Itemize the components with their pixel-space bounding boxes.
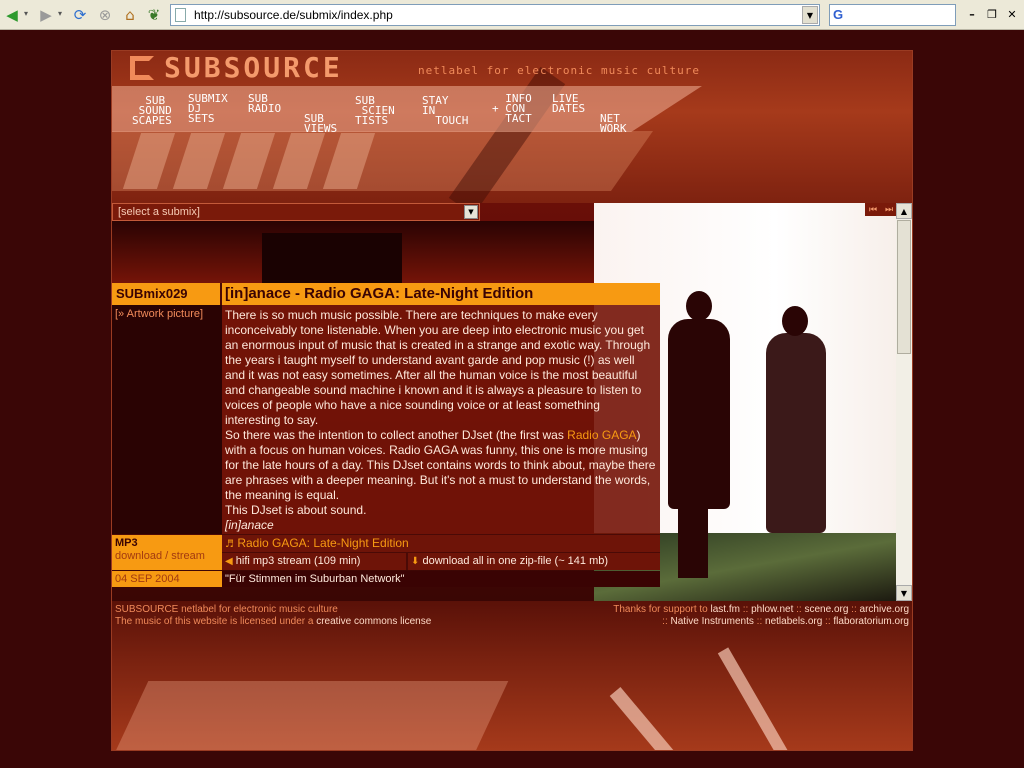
- license-link[interactable]: creative commons license: [316, 616, 431, 627]
- speaker-icon: ◀: [225, 556, 233, 567]
- release-date: 04 SEP 2004: [112, 571, 222, 587]
- url-bar[interactable]: http://subsource.de/submix/index.php ▼: [170, 4, 820, 26]
- site-tagline: netlabel for electronic music culture: [418, 64, 701, 77]
- signature: [in]anace: [225, 518, 274, 532]
- page-icon: [175, 8, 186, 22]
- person-silhouette: [686, 291, 712, 321]
- nav-subsoundscapes[interactable]: SUB SOUND SCAPES: [132, 95, 172, 126]
- footer-license: The music of this website is licensed un…: [115, 616, 432, 627]
- back-icon[interactable]: ◀: [2, 5, 22, 25]
- submix-id: SUBmix029: [112, 283, 222, 305]
- artwork-link[interactable]: [» Artwork picture]: [115, 308, 203, 320]
- page-frame: SUBSOURCE netlabel for electronic music …: [111, 50, 913, 751]
- scene-link[interactable]: scene.org: [804, 604, 848, 615]
- mp3-sublabel: download / stream: [115, 550, 205, 562]
- logo-icon[interactable]: [130, 56, 154, 80]
- track-link[interactable]: ♬ Radio GAGA: Late-Night Edition: [222, 535, 660, 553]
- nav-network[interactable]: NET WORK: [600, 104, 627, 134]
- description-paragraph: So there was the intention to collect an…: [225, 428, 656, 502]
- radio-gaga-link[interactable]: Radio GAGA: [567, 428, 636, 442]
- close-icon[interactable]: ✕: [1004, 6, 1020, 22]
- browser-toolbar: ◀ ▾ ▶ ▾ ⟳ ⊗ ⌂ ❦ http://subsource.de/subm…: [0, 0, 1024, 30]
- window-controls: – ❐ ✕: [964, 6, 1020, 22]
- minimize-icon[interactable]: –: [964, 6, 980, 22]
- restore-icon[interactable]: ❐: [984, 6, 1000, 22]
- netlabels-link[interactable]: netlabels.org: [765, 616, 822, 627]
- site-logo[interactable]: SUBSOURCE: [164, 51, 343, 84]
- phlow-link[interactable]: phlow.net: [751, 604, 793, 615]
- submix-title: [in]anace - Radio GAGA: Late-Night Editi…: [222, 283, 660, 305]
- footer-decoration: [115, 681, 509, 750]
- nav-subradio[interactable]: SUB RADIO: [248, 93, 281, 114]
- footer-decoration: [609, 687, 679, 750]
- scrollbar[interactable]: ▲ ▼: [896, 203, 912, 601]
- leaf-icon[interactable]: ❦: [144, 5, 164, 25]
- native-instruments-link[interactable]: Native Instruments: [671, 616, 754, 627]
- person-silhouette: [678, 503, 708, 578]
- mp3-label-cell: MP3 download / stream: [112, 534, 222, 570]
- submix-select-value[interactable]: [select a submix]: [118, 206, 200, 218]
- back-dropdown-icon[interactable]: ▾: [24, 9, 28, 18]
- description-paragraph: This DJset is about sound.: [225, 503, 367, 517]
- content-area: [select a submix] ▼ ⏮ ⏭ ▲ ▼ SUBmix029 [i…: [112, 203, 912, 601]
- chevron-down-icon[interactable]: ▼: [464, 205, 478, 219]
- lastfm-link[interactable]: last.fm: [711, 604, 740, 615]
- next-icon[interactable]: ⏭: [885, 205, 893, 215]
- search-input[interactable]: G: [829, 4, 956, 26]
- artwork-cell: [» Artwork picture]: [112, 305, 222, 534]
- nav-livedates[interactable]: LIVE DATES: [552, 93, 585, 114]
- google-search-icon[interactable]: G: [833, 7, 843, 22]
- stream-link[interactable]: ◀ hifi mp3 stream (109 min): [222, 553, 408, 570]
- person-silhouette: [782, 306, 808, 336]
- header-decoration: [112, 133, 532, 193]
- nav-stayintouch[interactable]: STAY IN TOUCH: [422, 95, 468, 126]
- submix-info-table: SUBmix029 [in]anace - Radio GAGA: Late-N…: [112, 283, 660, 587]
- person-silhouette: [668, 319, 730, 509]
- flaboratorium-link[interactable]: flaboratorium.org: [833, 616, 909, 627]
- site-header: SUBSOURCE netlabel for electronic music …: [112, 51, 912, 203]
- nav-submix[interactable]: SUBMIX DJ SETS: [188, 93, 228, 124]
- nav-subscientists[interactable]: SUB SCIEN TISTS: [355, 95, 395, 126]
- nav-infocontact[interactable]: INFO + CON TACT: [492, 93, 532, 124]
- submix-description: There is so much music possible. There a…: [222, 305, 660, 534]
- background-wall: [262, 233, 402, 283]
- download-link[interactable]: ⬇ download all in one zip-file (~ 141 mb…: [408, 553, 611, 570]
- mp3-cell: ♬ Radio GAGA: Late-Night Edition ◀ hifi …: [222, 534, 660, 570]
- previous-icon[interactable]: ⏮: [869, 205, 877, 215]
- archive-link[interactable]: archive.org: [860, 604, 909, 615]
- footer-thanks: Thanks for support to last.fm :: phlow.n…: [613, 604, 909, 615]
- scroll-thumb[interactable]: [897, 220, 911, 354]
- submix-select[interactable]: [select a submix] ▼: [112, 203, 480, 221]
- mp3-label: MP3: [115, 537, 138, 549]
- site-footer: SUBSOURCE netlabel for electronic music …: [112, 601, 912, 750]
- footer-decoration: [717, 647, 799, 750]
- prev-next-controls: ⏮ ⏭: [865, 203, 897, 216]
- scroll-up-icon[interactable]: ▲: [896, 203, 912, 219]
- music-note-icon: ♬: [225, 539, 234, 550]
- forward-icon[interactable]: ▶: [36, 5, 56, 25]
- nav-subviews[interactable]: SUB VIEWS: [304, 104, 337, 134]
- release-event: "Für Stimmen im Suburban Network": [222, 571, 660, 587]
- footer-thanks-2: :: Native Instruments :: netlabels.org :…: [662, 616, 909, 627]
- stop-icon[interactable]: ⊗: [95, 5, 115, 25]
- forward-dropdown-icon[interactable]: ▾: [58, 9, 62, 18]
- reload-icon[interactable]: ⟳: [70, 5, 90, 25]
- scroll-down-icon[interactable]: ▼: [896, 585, 912, 601]
- home-icon[interactable]: ⌂: [120, 5, 140, 25]
- url-text[interactable]: http://subsource.de/submix/index.php: [194, 8, 393, 22]
- person-silhouette: [766, 333, 826, 533]
- footer-title: SUBSOURCE netlabel for electronic music …: [115, 604, 338, 615]
- description-paragraph: There is so much music possible. There a…: [225, 308, 651, 427]
- download-icon: ⬇: [411, 556, 420, 567]
- url-dropdown-icon[interactable]: ▼: [802, 6, 818, 24]
